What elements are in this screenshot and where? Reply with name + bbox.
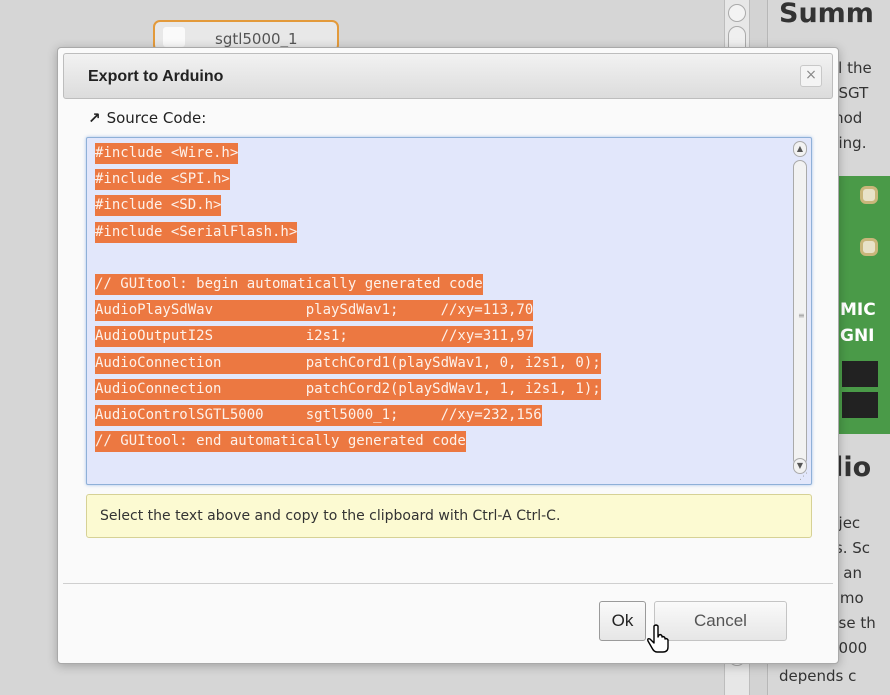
board-hole — [860, 238, 878, 256]
scroll-up-icon[interactable]: ▲ — [793, 141, 807, 157]
code-line: #include <Wire.h> — [95, 140, 601, 166]
code-line: AudioConnection patchCord2(playSdWav1, 1… — [95, 376, 601, 402]
code-lines: #include <Wire.h> #include <SPI.h> #includ… — [95, 140, 601, 454]
code-line-text: AudioControlSGTL5000 sgtl5000_1; //xy=23… — [95, 404, 542, 426]
close-button[interactable]: × — [800, 65, 822, 87]
summary-heading: Summ — [779, 0, 874, 29]
audio-line: depends c — [779, 667, 857, 685]
code-line-text: #include <SerialFlash.h> — [95, 221, 298, 243]
code-scroll-thumb[interactable]: ≡ — [793, 160, 807, 466]
code-line: #include <SerialFlash.h> — [95, 219, 601, 245]
code-line: #include <SPI.h> — [95, 166, 601, 192]
board-print: MIC — [840, 300, 876, 320]
board-photo: MIC GNI — [836, 176, 890, 434]
board-chip — [842, 361, 878, 387]
code-line-text: AudioConnection patchCord1(playSdWav1, 0… — [95, 352, 601, 374]
source-code-text: Source Code: — [106, 109, 207, 127]
code-line-text: // GUItool: begin automatically generate… — [95, 273, 483, 295]
scroll-up-arrow[interactable] — [728, 4, 746, 22]
code-line: AudioOutputI2S i2s1; //xy=311,97 — [95, 323, 601, 349]
code-line-text: AudioConnection patchCord2(playSdWav1, 1… — [95, 378, 601, 400]
code-line-text: #include <SD.h> — [95, 195, 222, 217]
board-hole — [860, 186, 878, 204]
board-print: GNI — [840, 326, 875, 346]
footer-divider — [63, 583, 833, 584]
cancel-button[interactable]: Cancel — [654, 601, 787, 641]
code-line: // GUItool: end automatically generated … — [95, 428, 601, 454]
code-line: AudioConnection patchCord1(playSdWav1, 0… — [95, 350, 601, 376]
code-scrollbar[interactable]: ▲ ≡ ▼ — [789, 138, 811, 484]
close-icon: × — [805, 67, 817, 83]
source-code-label: ↗ Source Code: — [88, 109, 206, 127]
hint-text: Select the text above and copy to the cl… — [100, 508, 561, 524]
export-dialog: Export to Arduino × ↗ Source Code: #inclu… — [57, 47, 839, 664]
code-line: #include <SD.h> — [95, 192, 601, 218]
board-chip — [842, 392, 878, 418]
code-line-text: AudioPlaySdWav playSdWav1; //xy=113,70 — [95, 300, 534, 322]
dialog-header[interactable]: Export to Arduino × — [63, 53, 833, 99]
code-line-text: AudioOutputI2S i2s1; //xy=311,97 — [95, 326, 534, 348]
resize-grip-icon[interactable]: ⋰ — [799, 472, 809, 482]
node-icon — [163, 27, 185, 47]
export-icon: ↗ — [88, 109, 101, 127]
code-line-text: // GUItool: end automatically generated … — [95, 431, 466, 453]
dialog-title: Export to Arduino — [88, 68, 224, 85]
source-code-textarea[interactable]: #include <Wire.h> #include <SPI.h> #includ… — [86, 137, 812, 485]
clipboard-hint: Select the text above and copy to the cl… — [86, 494, 812, 538]
grip-icon: ≡ — [798, 311, 805, 320]
code-line: AudioControlSGTL5000 sgtl5000_1; //xy=23… — [95, 402, 601, 428]
code-line: AudioPlaySdWav playSdWav1; //xy=113,70 — [95, 297, 601, 323]
code-line-text: #include <Wire.h> — [95, 143, 239, 164]
node-label: sgtl5000_1 — [215, 30, 298, 48]
code-line: // GUItool: begin automatically generate… — [95, 271, 601, 297]
ok-button[interactable]: Ok — [599, 601, 646, 641]
code-line-text: #include <SPI.h> — [95, 169, 230, 191]
